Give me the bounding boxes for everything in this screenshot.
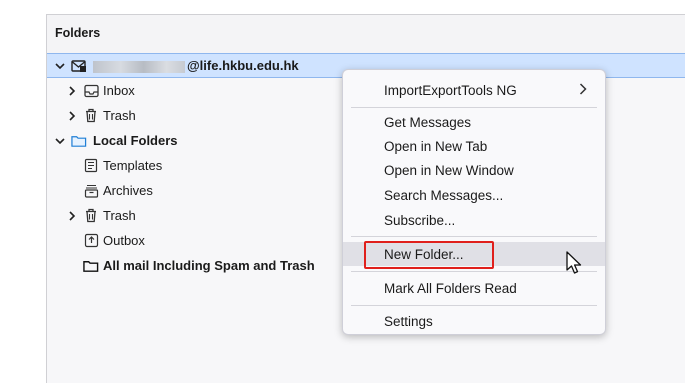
- tree-label: All mail Including Spam and Trash: [103, 258, 315, 273]
- trash-icon: [83, 208, 99, 224]
- menu-item-label: Settings: [384, 313, 433, 329]
- chevron-down-icon[interactable]: [53, 134, 67, 148]
- menu-item-label: Open in New Window: [384, 162, 514, 178]
- tree-label: Trash: [103, 208, 136, 223]
- new-folder-highlight-box: [364, 241, 494, 269]
- tree-label: Inbox: [103, 83, 135, 98]
- folder-pane-header: Folders: [47, 15, 685, 53]
- folder-icon: [71, 133, 87, 149]
- account-mail-icon: [71, 58, 87, 74]
- screenshot-frame: Folders @life.hkbu.edu.hk Inbox Trash Lo…: [0, 0, 685, 383]
- folder-context-menu: ImportExportTools NG Get Messages Open i…: [342, 69, 606, 335]
- menu-separator: [351, 271, 597, 272]
- pane-title: Folders: [55, 26, 101, 40]
- menu-separator: [351, 305, 597, 306]
- folder-icon: [83, 258, 99, 274]
- redacted-username: [93, 60, 185, 73]
- menu-item-settings[interactable]: Settings: [343, 309, 605, 333]
- menu-item-importexport[interactable]: ImportExportTools NG: [343, 78, 605, 102]
- menu-item-search-messages[interactable]: Search Messages...: [343, 183, 605, 207]
- tree-label: Local Folders: [93, 133, 178, 148]
- menu-separator: [351, 107, 597, 108]
- tree-label: Archives: [103, 183, 153, 198]
- outbox-icon: [83, 233, 99, 249]
- menu-item-label: ImportExportTools NG: [384, 82, 517, 98]
- archives-icon: [83, 183, 99, 199]
- submenu-arrow-icon: [579, 82, 587, 98]
- chevron-down-icon[interactable]: [53, 59, 67, 73]
- menu-item-label: Get Messages: [384, 114, 472, 130]
- menu-item-open-new-window[interactable]: Open in New Window: [343, 158, 605, 182]
- tree-label: Templates: [103, 158, 163, 173]
- menu-item-label: Search Messages...: [384, 187, 504, 203]
- menu-separator: [351, 236, 597, 237]
- tree-label: Trash: [103, 108, 136, 123]
- mouse-cursor-icon: [565, 251, 583, 275]
- menu-item-open-new-tab[interactable]: Open in New Tab: [343, 134, 605, 158]
- menu-item-label: Mark All Folders Read: [384, 280, 517, 296]
- menu-item-subscribe[interactable]: Subscribe...: [343, 208, 605, 232]
- chevron-right-icon[interactable]: [65, 209, 79, 223]
- menu-item-label: Open in New Tab: [384, 138, 488, 154]
- chevron-right-icon[interactable]: [65, 84, 79, 98]
- menu-item-mark-all-read[interactable]: Mark All Folders Read: [343, 276, 605, 300]
- tree-label: Outbox: [103, 233, 145, 248]
- inbox-icon: [83, 83, 99, 99]
- templates-icon: [83, 158, 99, 174]
- menu-item-label: Subscribe...: [384, 212, 456, 228]
- account-name: @life.hkbu.edu.hk: [93, 58, 299, 73]
- chevron-right-icon[interactable]: [65, 109, 79, 123]
- menu-item-get-messages[interactable]: Get Messages: [343, 110, 605, 134]
- trash-icon: [83, 108, 99, 124]
